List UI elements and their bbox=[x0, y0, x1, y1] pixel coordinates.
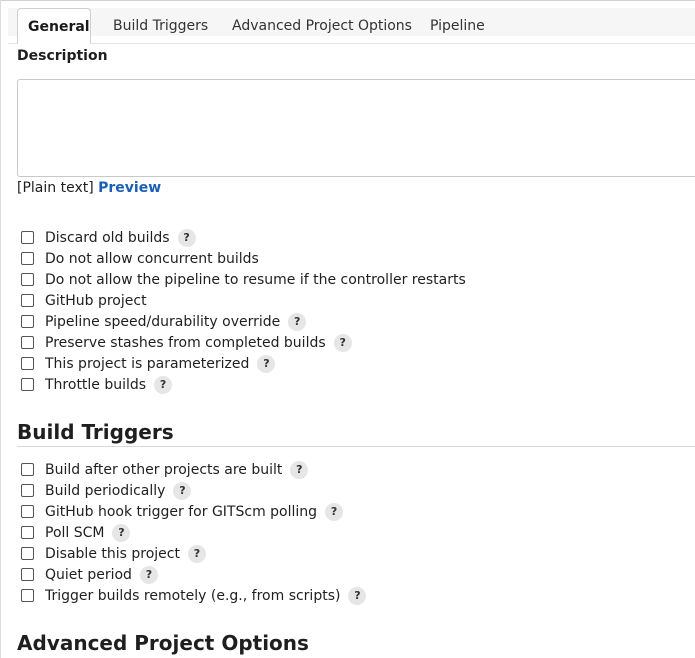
option-label: Build periodically bbox=[45, 482, 166, 499]
trigger-after-other-projects[interactable]: Build after other projects are built ? bbox=[21, 459, 309, 480]
trigger-poll-scm[interactable]: Poll SCM ? bbox=[21, 522, 131, 543]
trigger-build-periodically[interactable]: Build periodically ? bbox=[21, 480, 192, 501]
help-icon[interactable]: ? bbox=[333, 333, 352, 352]
option-label: Disable this project bbox=[45, 545, 180, 562]
tab-general[interactable]: General bbox=[17, 8, 91, 44]
option-label: This project is parameterized bbox=[45, 355, 250, 372]
option-label: GitHub hook trigger for GITScm polling bbox=[45, 503, 318, 520]
tab-pipeline[interactable]: Pipeline bbox=[430, 8, 485, 44]
checkbox[interactable] bbox=[21, 526, 34, 539]
trigger-remote-builds[interactable]: Trigger builds remotely (e.g., from scri… bbox=[21, 585, 367, 606]
option-no-concurrent-builds[interactable]: Do not allow concurrent builds bbox=[21, 248, 259, 269]
option-label: Poll SCM bbox=[45, 524, 105, 541]
checkbox[interactable] bbox=[21, 252, 34, 265]
option-label: Build after other projects are built bbox=[45, 461, 283, 478]
checkbox[interactable] bbox=[21, 336, 34, 349]
trigger-quiet-period[interactable]: Quiet period ? bbox=[21, 564, 158, 585]
plain-text-label: [Plain text] bbox=[17, 180, 94, 196]
checkbox[interactable] bbox=[21, 484, 34, 497]
checkbox[interactable] bbox=[21, 589, 34, 602]
description-format-line: [Plain text] Preview bbox=[17, 180, 161, 196]
option-github-project[interactable]: GitHub project bbox=[21, 290, 147, 311]
option-label: Throttle builds bbox=[45, 376, 147, 393]
window-top-border bbox=[0, 0, 695, 1]
option-pipeline-speed-override[interactable]: Pipeline speed/durability override ? bbox=[21, 311, 307, 332]
option-label: Pipeline speed/durability override bbox=[45, 313, 281, 330]
trigger-disable-project[interactable]: Disable this project ? bbox=[21, 543, 206, 564]
help-icon[interactable]: ? bbox=[187, 544, 206, 563]
option-label: Preserve stashes from completed builds bbox=[45, 334, 326, 351]
tab-advanced-project-options[interactable]: Advanced Project Options bbox=[232, 8, 412, 44]
checkbox[interactable] bbox=[21, 568, 34, 581]
window-left-border bbox=[0, 0, 1, 658]
option-preserve-stashes[interactable]: Preserve stashes from completed builds ? bbox=[21, 332, 352, 353]
preview-link[interactable]: Preview bbox=[98, 180, 161, 196]
help-icon[interactable]: ? bbox=[173, 481, 192, 500]
option-label: Do not allow the pipeline to resume if t… bbox=[45, 271, 466, 288]
help-icon[interactable]: ? bbox=[177, 228, 196, 247]
build-triggers-heading: Build Triggers bbox=[17, 420, 174, 444]
description-label: Description bbox=[17, 48, 108, 64]
trigger-github-hook[interactable]: GitHub hook trigger for GITScm polling ? bbox=[21, 501, 344, 522]
option-throttle-builds[interactable]: Throttle builds ? bbox=[21, 374, 173, 395]
checkbox[interactable] bbox=[21, 315, 34, 328]
option-label: GitHub project bbox=[45, 292, 147, 309]
checkbox[interactable] bbox=[21, 357, 34, 370]
option-parameterized[interactable]: This project is parameterized ? bbox=[21, 353, 276, 374]
option-label: Do not allow concurrent builds bbox=[45, 250, 259, 267]
section-divider bbox=[17, 446, 695, 447]
help-icon[interactable]: ? bbox=[154, 375, 173, 394]
help-icon[interactable]: ? bbox=[290, 460, 309, 479]
checkbox[interactable] bbox=[21, 273, 34, 286]
description-textarea[interactable] bbox=[17, 79, 695, 177]
option-label: Discard old builds bbox=[45, 229, 170, 246]
help-icon[interactable]: ? bbox=[139, 565, 158, 584]
checkbox[interactable] bbox=[21, 231, 34, 244]
option-label: Quiet period bbox=[45, 566, 132, 583]
checkbox[interactable] bbox=[21, 463, 34, 476]
help-icon[interactable]: ? bbox=[325, 502, 344, 521]
help-icon[interactable]: ? bbox=[257, 354, 276, 373]
help-icon[interactable]: ? bbox=[112, 523, 131, 542]
option-discard-old-builds[interactable]: Discard old builds ? bbox=[21, 227, 196, 248]
option-no-resume-pipeline[interactable]: Do not allow the pipeline to resume if t… bbox=[21, 269, 466, 290]
help-icon[interactable]: ? bbox=[348, 586, 367, 605]
checkbox[interactable] bbox=[21, 505, 34, 518]
help-icon[interactable]: ? bbox=[288, 312, 307, 331]
checkbox[interactable] bbox=[21, 294, 34, 307]
option-label: Trigger builds remotely (e.g., from scri… bbox=[45, 587, 341, 604]
advanced-project-options-heading: Advanced Project Options bbox=[17, 631, 309, 655]
checkbox[interactable] bbox=[21, 378, 34, 391]
tab-build-triggers[interactable]: Build Triggers bbox=[113, 8, 208, 44]
checkbox[interactable] bbox=[21, 547, 34, 560]
